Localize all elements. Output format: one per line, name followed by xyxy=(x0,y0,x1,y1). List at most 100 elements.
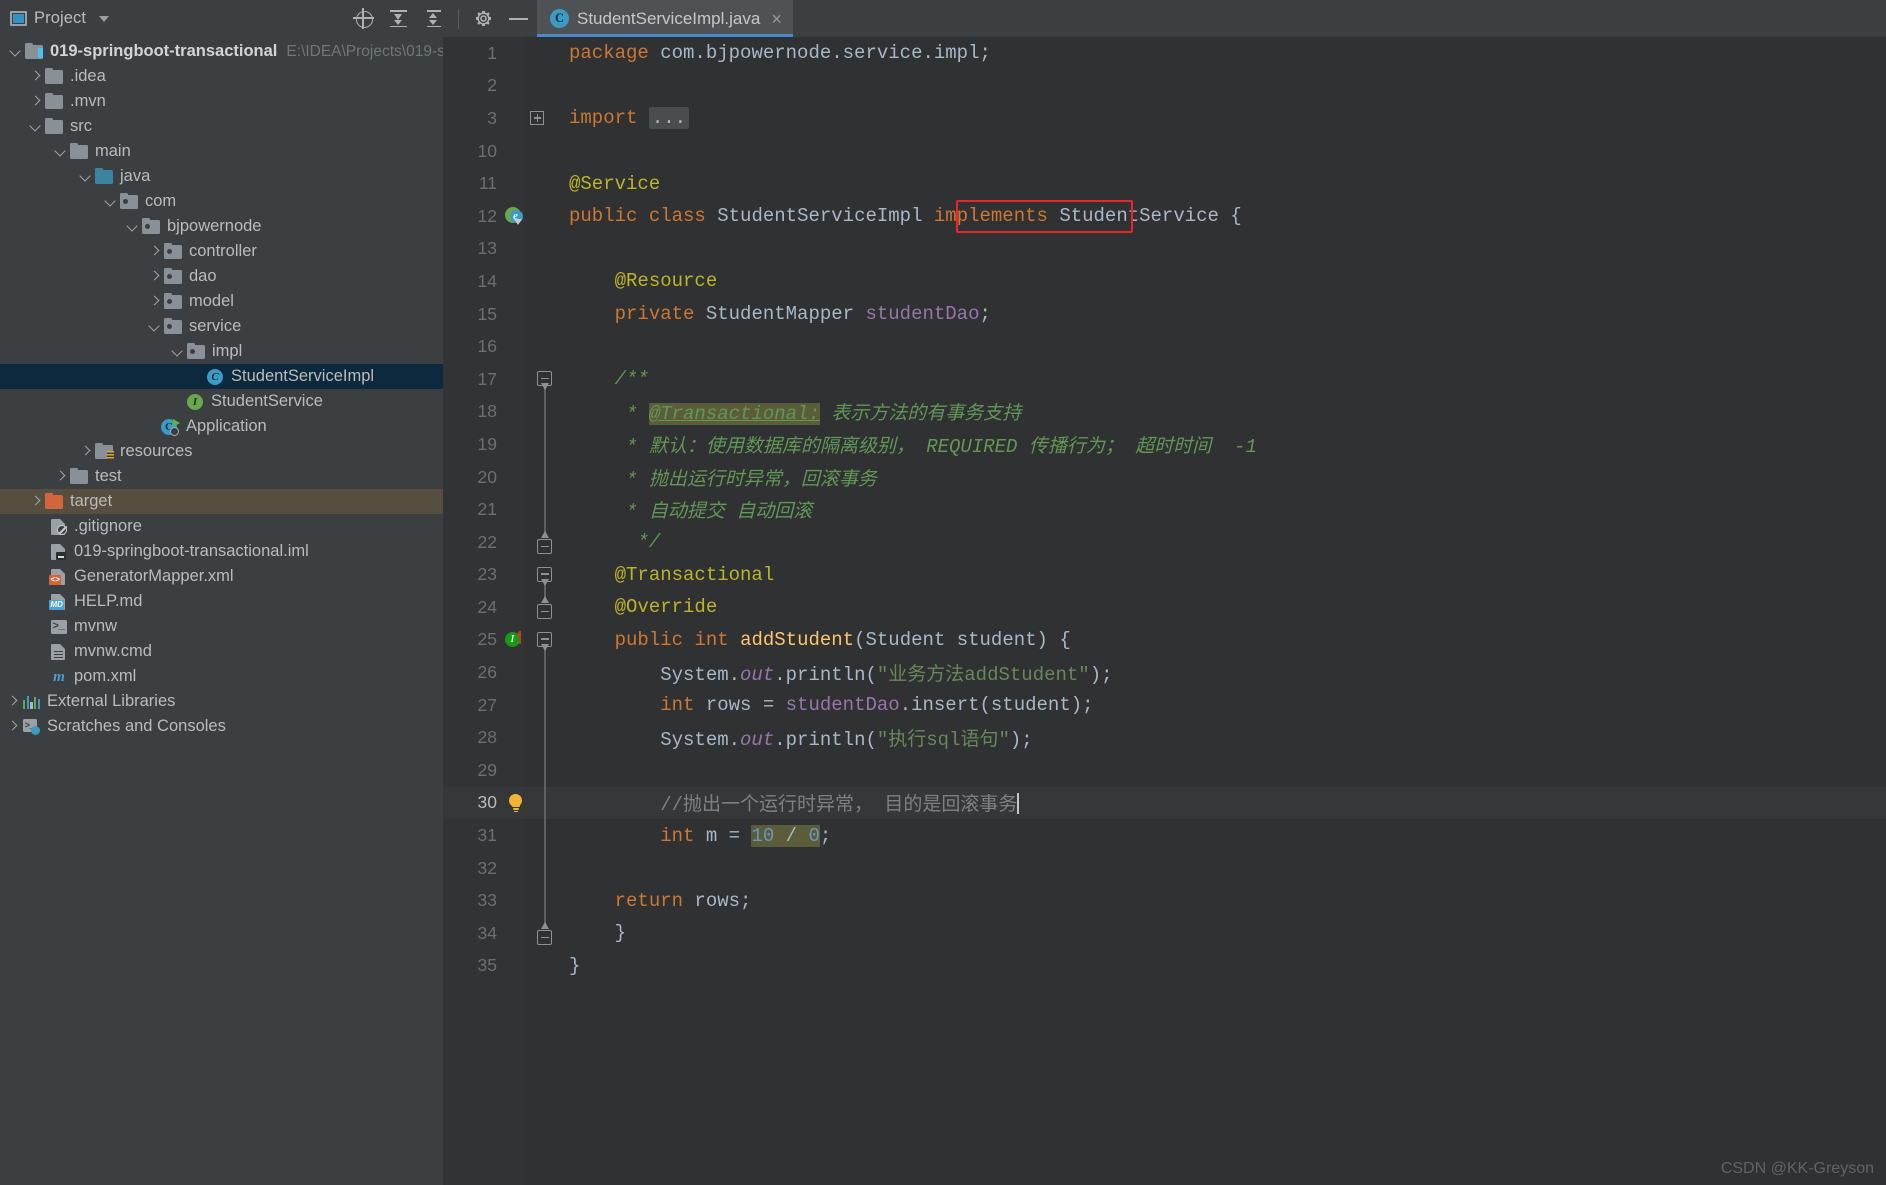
close-icon[interactable]: × xyxy=(771,10,782,28)
chevron-down-icon[interactable] xyxy=(78,164,93,189)
token-annotation-resource: @Resource xyxy=(614,270,718,293)
code-line-31: 31 int m = 10 / 0; xyxy=(443,819,1886,852)
tree-node-label: com xyxy=(145,192,177,211)
gutter-cell xyxy=(505,754,527,787)
tree-node-iml[interactable]: 019-springboot-transactional.iml xyxy=(0,539,443,564)
code-lines: 1 package com.bjpowernode.service.impl; … xyxy=(443,37,1886,1185)
overriding-method-marker-icon[interactable]: I xyxy=(505,624,527,657)
tree-node-application[interactable]: C Application xyxy=(0,414,443,439)
token-field: studentDao xyxy=(865,303,980,326)
chevron-down-icon[interactable] xyxy=(8,39,23,64)
editor-tab-studentserviceimpl[interactable]: C StudentServiceImpl.java × xyxy=(537,0,793,37)
chevron-right-icon[interactable] xyxy=(78,439,93,464)
token-javadoc: /** xyxy=(614,368,649,391)
fold-region-end-annotation[interactable] xyxy=(527,591,563,624)
tree-node-mvnw[interactable]: >_ mvnw xyxy=(0,614,443,639)
tree-node-src[interactable]: src xyxy=(0,114,443,139)
code-text: * 自动提交 自动回滚 xyxy=(563,496,812,523)
tree-node-generatormapper-xml[interactable]: <> GeneratorMapper.xml xyxy=(0,564,443,589)
chevron-right-icon[interactable] xyxy=(28,489,43,514)
minimize-icon[interactable] xyxy=(508,8,529,29)
chevron-down-icon[interactable] xyxy=(28,114,43,139)
fold-expand-imports[interactable] xyxy=(527,102,563,135)
chevron-right-icon[interactable] xyxy=(147,264,162,289)
fold-region-annotation[interactable] xyxy=(527,559,563,592)
editor-tab-label: StudentServiceImpl.java xyxy=(577,8,761,28)
tree-node-java[interactable]: java xyxy=(0,164,443,189)
tree-node-test[interactable]: test xyxy=(0,464,443,489)
tree-node-mvn[interactable]: .mvn xyxy=(0,89,443,114)
line-number: 12 xyxy=(477,205,497,226)
tree-node-target[interactable]: target xyxy=(0,489,443,514)
implemented-by-marker-icon[interactable]: e xyxy=(505,200,527,233)
line-number: 2 xyxy=(487,75,497,96)
tree-node-dao[interactable]: dao xyxy=(0,264,443,289)
tree-node-model[interactable]: model xyxy=(0,289,443,314)
tree-node-project-root[interactable]: 019-springboot-transactional E:\IDEA\Pro… xyxy=(0,39,443,64)
gutter-cell xyxy=(505,656,527,689)
fold-region-method[interactable] xyxy=(527,624,563,657)
chevron-right-icon[interactable] xyxy=(28,64,43,89)
code-text: } xyxy=(563,922,626,944)
fold-region-end-javadoc[interactable] xyxy=(527,525,563,559)
code-editor[interactable]: 1 package com.bjpowernode.service.impl; … xyxy=(443,37,1886,1185)
chevron-right-icon[interactable] xyxy=(5,714,20,739)
expand-all-icon[interactable] xyxy=(388,8,409,29)
chevron-right-icon[interactable] xyxy=(147,289,162,314)
chevron-down-icon[interactable] xyxy=(99,15,110,22)
fold-cell xyxy=(527,265,563,298)
tree-node-mvnw-cmd[interactable]: mvnw.cmd xyxy=(0,639,443,664)
fold-cell xyxy=(527,37,563,70)
watermark: CSDN @KK-Greyson xyxy=(1720,1160,1874,1177)
folder-icon xyxy=(44,67,64,85)
chevron-down-icon[interactable] xyxy=(147,314,162,339)
tree-node-bjpowernode[interactable]: bjpowernode xyxy=(0,214,443,239)
intention-bulb-icon[interactable] xyxy=(505,787,527,820)
fold-region-javadoc[interactable] xyxy=(527,363,563,396)
locate-icon[interactable] xyxy=(353,8,374,29)
code-line-17: 17 /** xyxy=(443,363,1886,396)
toolbar-divider xyxy=(458,8,459,29)
tree-node-label: .idea xyxy=(70,67,106,86)
tree-node-scratches-and-consoles[interactable]: >_ Scratches and Consoles xyxy=(0,714,443,739)
tree-node-resources[interactable]: resources xyxy=(0,439,443,464)
chevron-right-icon[interactable] xyxy=(5,689,20,714)
tree-node-studentserviceimpl[interactable]: C StudentServiceImpl xyxy=(0,364,443,389)
chevron-right-icon[interactable] xyxy=(28,89,43,114)
chevron-down-icon[interactable] xyxy=(53,139,68,164)
tree-node-external-libraries[interactable]: External Libraries xyxy=(0,689,443,714)
token-number-divisor: 0 xyxy=(808,824,820,847)
tree-node-label: model xyxy=(189,292,234,311)
gear-icon[interactable] xyxy=(473,8,494,29)
folded-imports-placeholder[interactable]: ... xyxy=(648,107,690,130)
tree-node-com[interactable]: com xyxy=(0,189,443,214)
tree-node-idea[interactable]: .idea xyxy=(0,64,443,89)
project-tree[interactable]: 019-springboot-transactional E:\IDEA\Pro… xyxy=(0,37,443,1185)
gutter-cell xyxy=(505,428,527,461)
project-toolwindow-title-group[interactable]: Project xyxy=(10,9,110,28)
tree-node-impl[interactable]: impl xyxy=(0,339,443,364)
token-keyword: implements xyxy=(922,205,1060,228)
fold-cell xyxy=(527,298,563,331)
tree-node-service[interactable]: service xyxy=(0,314,443,339)
tree-node-studentservice[interactable]: I StudentService xyxy=(0,389,443,414)
chevron-down-icon[interactable] xyxy=(103,189,118,214)
chevron-right-icon[interactable] xyxy=(147,239,162,264)
token-number-dividend: 10 xyxy=(751,824,775,847)
tree-node-pom-xml[interactable]: m pom.xml xyxy=(0,664,443,689)
fold-region-end-method[interactable] xyxy=(527,917,563,950)
tree-node-gitignore[interactable]: .gitignore xyxy=(0,514,443,539)
chevron-down-icon[interactable] xyxy=(125,214,140,239)
chevron-down-icon[interactable] xyxy=(170,339,185,364)
tree-node-main[interactable]: main xyxy=(0,139,443,164)
token-javadoc: * 默认：使用数据库的隔离级别， REQUIRED 传播行为； 超时时间 -1 xyxy=(614,435,1257,458)
token-static-field: out xyxy=(740,664,775,687)
collapse-all-icon[interactable] xyxy=(423,8,444,29)
chevron-right-icon[interactable] xyxy=(53,464,68,489)
fold-cell xyxy=(527,819,563,852)
gutter-cell xyxy=(505,950,527,983)
tree-node-help-md[interactable]: MD HELP.md xyxy=(0,589,443,614)
tree-node-controller[interactable]: controller xyxy=(0,239,443,264)
fold-cell xyxy=(527,721,563,755)
top-bar: Project C StudentServiceImpl.java × xyxy=(0,0,1886,37)
